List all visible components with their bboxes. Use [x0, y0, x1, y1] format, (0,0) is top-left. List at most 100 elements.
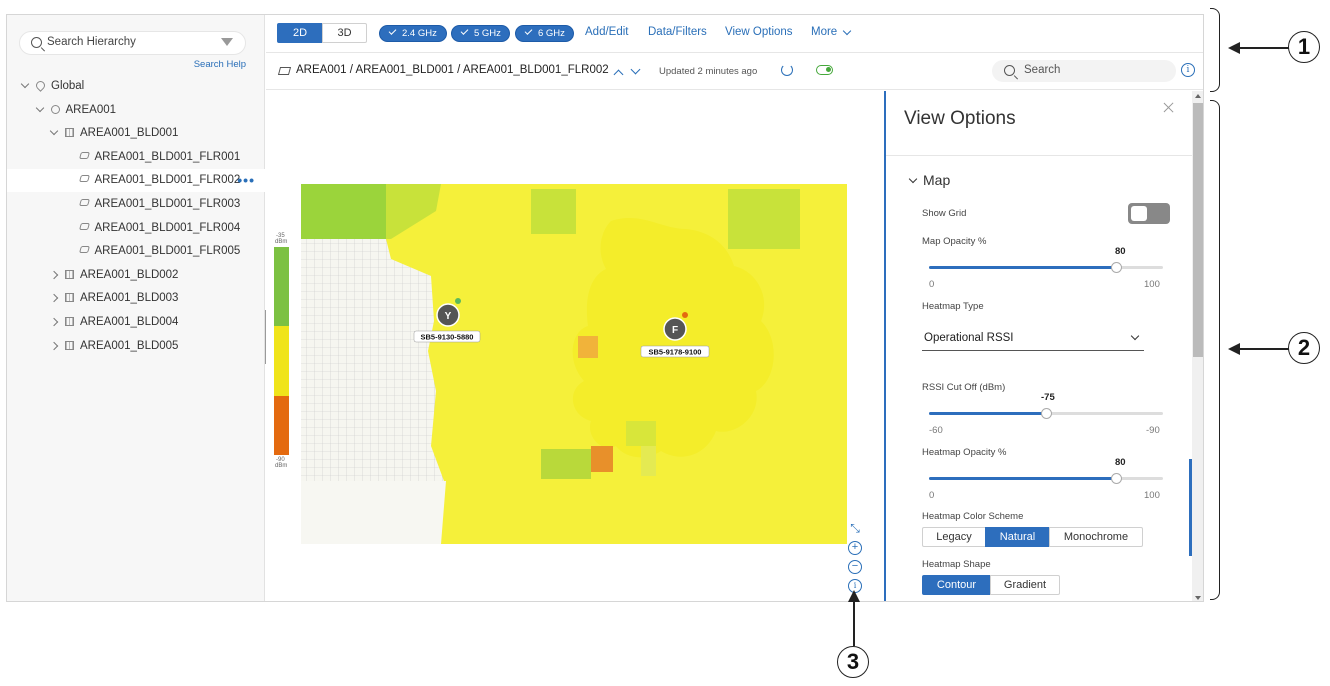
svg-text:Y: Y — [445, 311, 452, 322]
rssi-cutoff-min: -60 — [929, 425, 943, 436]
chevron-right-icon[interactable] — [49, 341, 59, 350]
chevron-right-icon[interactable] — [49, 270, 59, 280]
slider-knob[interactable] — [1041, 408, 1052, 419]
map-opacity-value: 80 — [1115, 246, 1126, 257]
tree-item[interactable]: AREA001_BLD004 — [7, 311, 265, 334]
callout-bracket-1 — [1210, 8, 1220, 92]
chevron-down-icon[interactable] — [49, 126, 59, 136]
rssi-cutoff-value: -75 — [1041, 392, 1055, 403]
panel-scrollbar[interactable] — [1192, 91, 1203, 601]
heatmap-type-value: Operational RSSI — [924, 332, 1014, 344]
tree-item-label: AREA001_BLD001_FLR002 — [94, 174, 241, 187]
breadcrumb[interactable]: AREA001 / AREA001_BLD001 / AREA001_BLD00… — [296, 64, 609, 76]
chevron-right-icon[interactable] — [49, 294, 59, 303]
pin-icon — [34, 79, 47, 92]
chevron-down-icon[interactable] — [35, 103, 44, 112]
heatmap-opacity-max: 100 — [1144, 490, 1160, 501]
tree-item-label: AREA001_BLD005 — [80, 339, 179, 352]
tree-item[interactable]: AREA001_BLD005 — [7, 335, 265, 358]
chevron-down-icon[interactable] — [842, 26, 852, 36]
chevron-down-icon[interactable] — [20, 79, 30, 89]
tree-item[interactable]: AREA001_BLD001_FLR004 — [7, 217, 265, 240]
scheme-natural-button[interactable]: Natural — [985, 527, 1050, 547]
rssi-cutoff-slider[interactable] — [929, 408, 1163, 419]
heatmap-zone-green-light — [531, 189, 576, 234]
callout-arrow-1 — [1234, 47, 1289, 49]
tree-item-label: AREA001_BLD001_FLR003 — [94, 198, 241, 210]
floorplan-walls — [301, 239, 444, 481]
view-2d-button[interactable]: 2D — [277, 23, 323, 43]
tree-item[interactable]: AREA001 — [7, 99, 265, 122]
hierarchy-search-input[interactable]: Search Hierarchy — [19, 31, 246, 55]
tree-item[interactable]: AREA001_BLD001_FLR003 — [7, 193, 265, 216]
floor-map[interactable]: -35 dBm -90 dBm Y SB5-9130-5880 F SB5-9178… — [266, 91, 884, 601]
map-section-header[interactable]: Map — [923, 172, 950, 188]
band-24ghz-filter[interactable]: 2.4 GHz — [379, 25, 447, 42]
heatmap-shape-label: Heatmap Shape — [922, 559, 991, 570]
heatmap-zone-green-light — [541, 449, 591, 479]
add-edit-link[interactable]: Add/Edit — [585, 26, 628, 38]
tree-item[interactable]: AREA001_BLD001 — [7, 122, 265, 145]
scheme-monochrome-button[interactable]: Monochrome — [1049, 527, 1143, 547]
data-filters-link[interactable]: Data/Filters — [648, 26, 707, 38]
more-menu[interactable]: More — [811, 26, 837, 38]
heatmap-zone-green-light — [626, 421, 656, 446]
building-icon — [65, 269, 74, 279]
scroll-up-icon[interactable] — [1195, 94, 1201, 98]
map-opacity-slider[interactable] — [929, 262, 1163, 273]
chevron-down-icon[interactable] — [630, 64, 641, 75]
chevron-up-icon[interactable] — [613, 69, 624, 80]
chevron-down-icon[interactable] — [908, 174, 918, 184]
more-options-icon[interactable]: ••• — [237, 172, 255, 188]
last-updated-text: Updated 2 minutes ago — [659, 66, 758, 77]
tree-item[interactable]: AREA001_BLD001_FLR001 — [7, 146, 265, 169]
callout-arrow-2 — [1234, 348, 1289, 350]
heatmap-opacity-slider[interactable] — [929, 473, 1163, 484]
tree-item[interactable]: AREA001_BLD001_FLR005 — [7, 240, 265, 263]
ap2-label: SB5-9178-9100 — [649, 348, 702, 357]
heatmap-type-select[interactable]: Operational RSSI — [922, 325, 1144, 351]
scheme-legacy-button[interactable]: Legacy — [922, 527, 986, 547]
slider-knob[interactable] — [1111, 473, 1123, 484]
chevron-down-icon — [1130, 331, 1140, 341]
view-3d-button[interactable]: 3D — [322, 23, 367, 43]
shape-gradient-button[interactable]: Gradient — [990, 575, 1060, 595]
tree-item[interactable]: AREA001_BLD003 — [7, 287, 265, 310]
breadcrumb-bar: AREA001 / AREA001_BLD001 / AREA001_BLD00… — [266, 53, 1203, 90]
arrow-head-icon — [1228, 42, 1240, 54]
view-options-link[interactable]: View Options — [725, 26, 793, 38]
tree-item[interactable]: AREA001_BLD002 — [7, 264, 265, 287]
building-icon — [65, 340, 74, 350]
live-toggle[interactable] — [816, 65, 833, 75]
info-icon[interactable]: i — [1181, 63, 1195, 77]
arrow-head-icon — [848, 590, 860, 602]
scrollbar-thumb[interactable] — [1193, 103, 1203, 357]
scroll-down-icon[interactable] — [1195, 596, 1201, 600]
filter-icon[interactable] — [221, 38, 233, 46]
tree-item[interactable]: Global — [7, 75, 265, 98]
band-6ghz-filter[interactable]: 6 GHz — [515, 25, 574, 42]
slider-knob[interactable] — [1111, 262, 1123, 273]
heatmap-zone-green — [301, 184, 386, 239]
search-help-link[interactable]: Search Help — [194, 59, 246, 70]
fit-to-screen-icon[interactable]: ⤡ — [848, 522, 862, 537]
show-grid-toggle[interactable] — [1128, 203, 1170, 224]
zoom-in-icon[interactable]: + — [848, 541, 862, 555]
view-options-panel: View Options Map Show Grid Map Opacity %… — [884, 91, 1203, 601]
close-icon[interactable] — [1162, 101, 1176, 115]
tree-item[interactable]: AREA001_BLD001_FLR002 ••• — [7, 169, 265, 193]
refresh-icon[interactable] — [781, 64, 793, 76]
hierarchy-sidebar: Search Hierarchy Search Help Global AREA0… — [7, 15, 265, 601]
arrow-head-icon — [1228, 343, 1240, 355]
legend-bottom-label: -90 dBm — [275, 457, 287, 469]
shape-contour-button[interactable]: Contour — [922, 575, 991, 595]
heatmap-canvas: -35 dBm -90 dBm Y SB5-9130-5880 F SB5-9178… — [274, 184, 847, 544]
map-search-placeholder: Search — [1024, 64, 1061, 76]
zoom-out-icon[interactable]: − — [848, 560, 862, 574]
chevron-right-icon[interactable] — [49, 317, 59, 327]
callout-arrow-3 — [853, 600, 855, 646]
callout-1: 1 — [1288, 31, 1320, 63]
band-5ghz-filter[interactable]: 5 GHz — [451, 25, 510, 42]
map-search-input[interactable]: Search — [992, 60, 1176, 82]
tree-item-label: AREA001_BLD001_FLR005 — [94, 245, 241, 258]
